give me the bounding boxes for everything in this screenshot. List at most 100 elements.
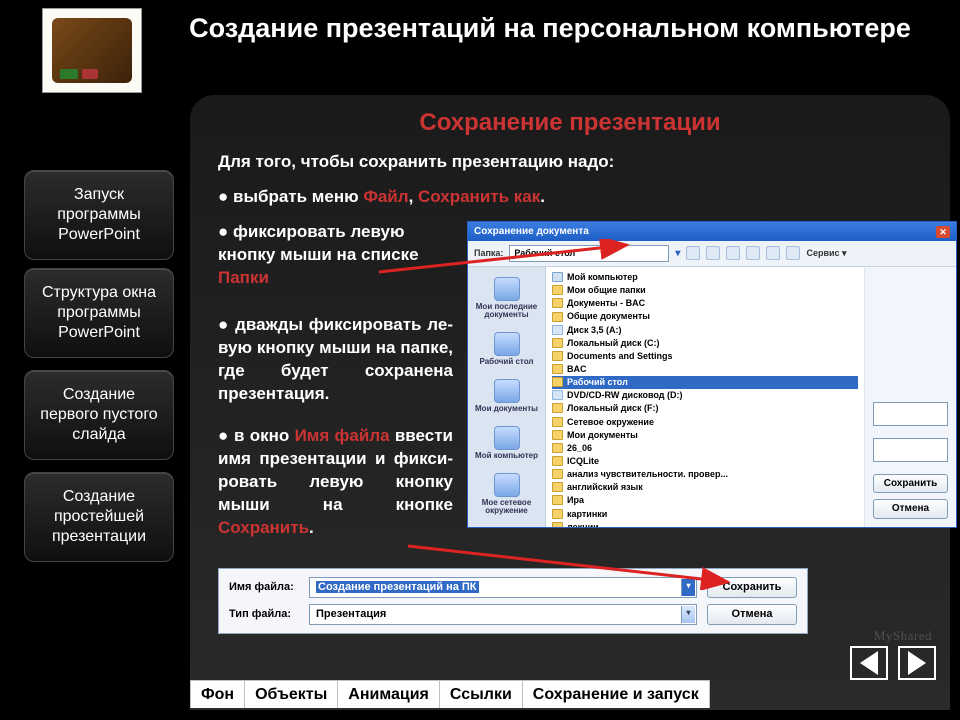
file-item[interactable]: Ира xyxy=(552,494,858,507)
bullet-3: ● дважды фиксировать ле­вую кнопку мыши … xyxy=(218,314,453,406)
file-item[interactable]: ICQLite xyxy=(552,454,858,467)
folder-icon xyxy=(552,377,563,387)
folder-icon xyxy=(552,430,563,440)
page-title: Создание презентаций на персональном ком… xyxy=(160,12,940,46)
file-list[interactable]: Мой компьютерМои общие папкиДокументы - … xyxy=(546,267,864,527)
content-panel: Сохранение презентации Для того, чтобы с… xyxy=(190,95,950,710)
tab-links[interactable]: Ссылки xyxy=(440,680,523,708)
save-dialog: Сохранение документа ✕ Папка: Рабочий ст… xyxy=(467,221,957,528)
cancel-button-bottom[interactable]: Отмена xyxy=(707,604,797,625)
slide: Создание презентаций на персональном ком… xyxy=(0,0,960,720)
filename-label: Имя файла: xyxy=(229,580,299,595)
save-button-bottom[interactable]: Сохранить xyxy=(707,577,797,598)
dialog-titlebar: Сохранение документа ✕ xyxy=(468,222,956,242)
folder-icon xyxy=(552,285,563,295)
newfolder-icon[interactable] xyxy=(766,246,780,260)
section-title: Сохранение презентации xyxy=(218,109,922,137)
file-item[interactable]: 26_06 xyxy=(552,441,858,454)
prev-slide-button[interactable] xyxy=(850,646,888,680)
back-icon[interactable] xyxy=(686,246,700,260)
folder-icon xyxy=(552,272,563,282)
folder-icon xyxy=(552,443,563,453)
file-item[interactable]: Мой компьютер xyxy=(552,271,858,284)
nav-create-blank-slide[interactable]: Создание первого пустого слайда xyxy=(24,370,174,460)
folder-icon xyxy=(552,364,563,374)
next-slide-button[interactable] xyxy=(898,646,936,680)
chevron-down-icon[interactable]: ▾ xyxy=(681,606,695,623)
folder-icon xyxy=(552,338,563,348)
nav-launch-powerpoint[interactable]: Запуск программы PowerPoint xyxy=(24,170,174,260)
folder-icon xyxy=(552,325,563,335)
folder-icon xyxy=(552,509,563,519)
places-bar: Мои последние документы Рабочий стол Мои… xyxy=(468,267,546,527)
bottom-tabs: Фон Объекты Анимация Ссылки Сохранение и… xyxy=(190,680,710,708)
watermark: MyShared xyxy=(874,628,932,644)
combo-placeholder-2[interactable] xyxy=(873,438,948,462)
search-icon[interactable] xyxy=(726,246,740,260)
file-item[interactable]: Мои документы xyxy=(552,428,858,441)
place-network[interactable]: Мое сетевое окружение xyxy=(468,467,545,523)
folder-dropdown[interactable]: Рабочий стол xyxy=(509,245,669,261)
file-item[interactable]: Documents and Settings xyxy=(552,349,858,362)
intro-line: Для того, чтобы сохранить презентацию на… xyxy=(218,151,922,174)
folder-icon xyxy=(552,469,563,479)
file-item[interactable]: Локальный диск (C:) xyxy=(552,336,858,349)
chevron-down-icon[interactable]: ▾ xyxy=(675,247,680,261)
file-item[interactable]: лекции xyxy=(552,520,858,526)
dialog-toolbar: Папка: Рабочий стол ▾ Сервис ▾ xyxy=(468,241,956,266)
documents-icon xyxy=(494,379,520,403)
folder-icon xyxy=(552,417,563,427)
folder-icon xyxy=(552,522,563,527)
chevron-down-icon[interactable]: ▾ xyxy=(681,579,695,596)
filename-panel: Имя файла: Создание презентаций на ПК▾ С… xyxy=(218,568,808,634)
place-mydocs[interactable]: Мои документы xyxy=(468,373,545,420)
folder-icon xyxy=(552,403,563,413)
folder-icon xyxy=(552,482,563,492)
tab-save-and-run[interactable]: Сохранение и запуск xyxy=(523,680,710,708)
file-item[interactable]: BAC xyxy=(552,363,858,376)
service-menu[interactable]: Сервис ▾ xyxy=(806,247,846,259)
folder-icon xyxy=(552,312,563,322)
triangle-right-icon xyxy=(908,651,926,675)
views-icon[interactable] xyxy=(786,246,800,260)
filename-field[interactable]: Создание презентаций на ПК▾ xyxy=(309,577,697,598)
close-icon[interactable]: ✕ xyxy=(936,226,950,238)
up-icon[interactable] xyxy=(706,246,720,260)
bullet-2: ● фиксировать левую кнопку мыши на списк… xyxy=(218,221,453,290)
tab-animation[interactable]: Анимация xyxy=(338,680,440,708)
place-mycomputer[interactable]: Мой компьютер xyxy=(468,420,545,467)
bookworm-icon xyxy=(52,18,132,83)
file-item[interactable]: Общие документы xyxy=(552,310,858,323)
delete-icon[interactable] xyxy=(746,246,760,260)
place-recent[interactable]: Мои последние документы xyxy=(468,271,545,327)
place-desktop[interactable]: Рабочий стол xyxy=(468,326,545,373)
bullet-1: ● выбрать меню Файл, Сохранить как. xyxy=(218,186,922,209)
nav-window-structure[interactable]: Структура окна программы PowerPoint xyxy=(24,268,174,358)
triangle-left-icon xyxy=(860,651,878,675)
computer-icon xyxy=(494,426,520,450)
recent-icon xyxy=(494,277,520,301)
save-button[interactable]: Сохранить xyxy=(873,474,948,494)
file-item[interactable]: Документы - BAC xyxy=(552,297,858,310)
folder-icon xyxy=(552,495,563,505)
bullet-4: ● в окно Имя файла ввести имя презентаци… xyxy=(218,425,453,540)
tab-background[interactable]: Фон xyxy=(190,680,245,708)
desktop-icon xyxy=(494,332,520,356)
nav-create-simple-presentation[interactable]: Создание простейшей презентации xyxy=(24,472,174,562)
tab-objects[interactable]: Объекты xyxy=(245,680,338,708)
file-item[interactable]: DVD/CD-RW дисковод (D:) xyxy=(552,389,858,402)
file-item[interactable]: Локальный диск (F:) xyxy=(552,402,858,415)
papka-label: Папка: xyxy=(474,247,503,259)
file-item[interactable]: английский язык xyxy=(552,481,858,494)
folder-icon xyxy=(552,390,563,400)
file-item[interactable]: анализ чувствительности. провер... xyxy=(552,468,858,481)
file-item[interactable]: Рабочий стол xyxy=(552,376,858,389)
file-item[interactable]: картинки xyxy=(552,507,858,520)
combo-placeholder[interactable] xyxy=(873,402,948,426)
filetype-field[interactable]: Презентация▾ xyxy=(309,604,697,625)
file-item[interactable]: Мои общие папки xyxy=(552,284,858,297)
file-item[interactable]: Диск 3,5 (A:) xyxy=(552,323,858,336)
cancel-button[interactable]: Отмена xyxy=(873,499,948,519)
file-item[interactable]: Сетевое окружение xyxy=(552,415,858,428)
filetype-label: Тип файла: xyxy=(229,607,299,622)
